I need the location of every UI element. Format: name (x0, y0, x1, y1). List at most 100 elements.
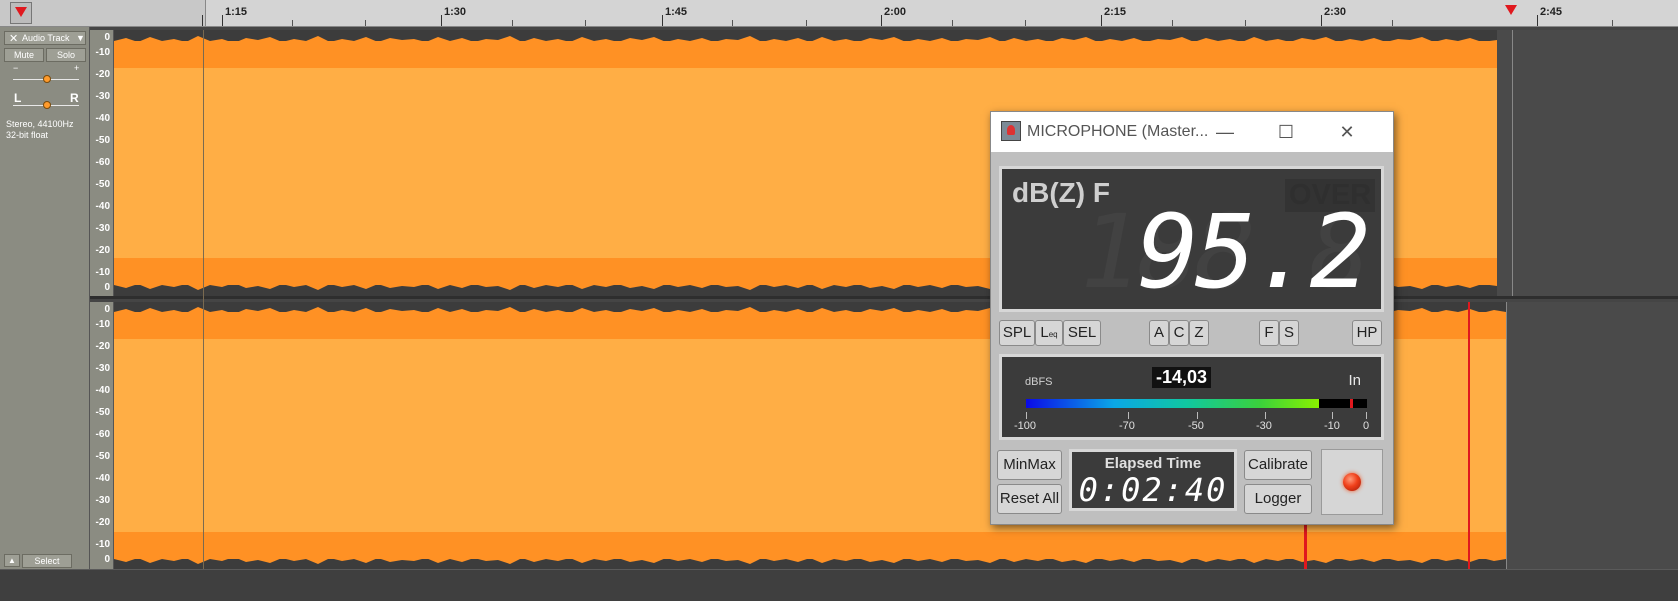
empty-track-area[interactable] (1497, 30, 1678, 296)
calibrate-button[interactable]: Calibrate (1244, 450, 1312, 480)
db-label: 0 (104, 282, 110, 293)
elapsed-time-label: Elapsed Time (1104, 455, 1202, 472)
minmax-button[interactable]: MinMax (997, 450, 1062, 480)
leq-label: L (1040, 324, 1049, 341)
tick (881, 15, 882, 26)
sel-button[interactable]: SEL (1063, 320, 1101, 346)
tick (1172, 20, 1173, 26)
db-label: -50 (95, 135, 110, 146)
db-label: -20 (95, 69, 110, 80)
db-label: -40 (95, 113, 110, 124)
db-label: -40 (95, 385, 110, 396)
leq-subscript: eq (1048, 330, 1058, 339)
ruler-label: 2:15 (1104, 6, 1127, 18)
logger-button[interactable]: Logger (1244, 484, 1312, 514)
db-label: 0 (104, 554, 110, 565)
dbfs-meter: dBFS -14,03 In -100 -70 -50 -30 -10 0 (999, 354, 1384, 440)
triangle-down-icon (15, 7, 27, 17)
tick (1321, 15, 1322, 26)
tick (806, 20, 807, 26)
mute-button[interactable]: Mute (4, 48, 44, 62)
tick (1245, 20, 1246, 26)
ruler-label: 2:00 (884, 6, 907, 18)
close-icon[interactable]: ✕ (1327, 118, 1367, 146)
meter-unit: dBFS (1025, 376, 1053, 388)
db-label: -20 (95, 245, 110, 256)
maximize-icon[interactable]: ☐ (1266, 118, 1306, 146)
c-weighting-button[interactable]: C (1169, 320, 1189, 346)
close-icon[interactable]: ✕ (9, 32, 18, 45)
record-button[interactable] (1321, 449, 1383, 515)
meter-fill (1026, 399, 1319, 408)
meter-scale-label: -50 (1188, 420, 1204, 432)
fast-button[interactable]: F (1259, 320, 1279, 346)
a-weighting-button[interactable]: A (1149, 320, 1169, 346)
tick (202, 15, 203, 26)
leq-button[interactable]: Leq (1035, 320, 1063, 346)
track-name[interactable]: Audio Track (22, 33, 70, 43)
channel-divider (90, 296, 1678, 299)
db-label: -40 (95, 201, 110, 212)
ruler-label: 2:45 (1540, 6, 1563, 18)
microphone-window[interactable]: MICROPHONE (Master... — ☐ ✕ dB(Z) F OVER… (990, 111, 1394, 525)
chevron-down-icon[interactable]: ▼ (76, 33, 85, 43)
meter-tick (1026, 412, 1027, 419)
db-label: -30 (95, 495, 110, 506)
collapse-icon[interactable]: ▲ (4, 554, 20, 567)
db-label: -40 (95, 473, 110, 484)
z-weighting-button[interactable]: Z (1189, 320, 1209, 346)
db-label: -10 (95, 319, 110, 330)
window-titlebar[interactable]: MICROPHONE (Master... — ☐ ✕ (991, 112, 1393, 152)
db-label: -30 (95, 91, 110, 102)
db-label: -10 (95, 267, 110, 278)
spl-reading: 95.2 (1137, 193, 1371, 312)
minimize-icon[interactable]: — (1205, 118, 1245, 146)
tick (292, 20, 293, 26)
select-button[interactable]: Select (22, 554, 72, 568)
meter-bar (1026, 399, 1367, 408)
spl-button[interactable]: SPL (999, 320, 1035, 346)
meter-tick (1332, 412, 1333, 419)
bottom-status-area (0, 569, 1678, 601)
ruler-label: 1:15 (225, 6, 248, 18)
app-icon (1001, 121, 1021, 141)
meter-scale-label: -70 (1119, 420, 1135, 432)
tick (732, 20, 733, 26)
meter-peak (1350, 399, 1353, 408)
db-label: -60 (95, 429, 110, 440)
db-scale-lower: 0 -10 -20 -30 -40 -50 -60 -50 -40 -30 -2… (90, 302, 114, 569)
meter-scale-label: -10 (1324, 420, 1340, 432)
gain-slider-knob[interactable] (43, 75, 51, 83)
db-label: -50 (95, 451, 110, 462)
tick (222, 15, 223, 26)
hp-button[interactable]: HP (1352, 320, 1382, 346)
solo-button[interactable]: Solo (46, 48, 86, 62)
track-header[interactable]: ✕ Audio Track ▼ (4, 31, 86, 45)
tick (952, 20, 953, 26)
tick (1392, 20, 1393, 26)
meter-tick (1265, 412, 1266, 419)
ruler-menu-button[interactable] (10, 2, 32, 24)
empty-track-area[interactable] (1506, 302, 1678, 569)
db-label: -50 (95, 407, 110, 418)
meter-value: -14,03 (1152, 367, 1212, 388)
db-label: -20 (95, 341, 110, 352)
ruler-label: 1:30 (444, 6, 467, 18)
reset-all-button[interactable]: Reset All (997, 484, 1062, 514)
tick (512, 20, 513, 26)
timeline-ruler[interactable]: 1:15 1:30 1:45 2:00 2:15 2:30 2:45 (0, 0, 1678, 27)
tick (662, 15, 663, 26)
db-label: -60 (95, 157, 110, 168)
slow-button[interactable]: S (1279, 320, 1299, 346)
tick (365, 20, 366, 26)
db-label: -30 (95, 223, 110, 234)
play-end-marker[interactable] (1505, 5, 1517, 15)
tick (1101, 15, 1102, 26)
db-scale-upper: 0 -10 -20 -30 -40 -50 -60 -50 -40 -30 -2… (90, 30, 114, 296)
playhead-line (1304, 525, 1307, 569)
db-label: -10 (95, 47, 110, 58)
db-label: -10 (95, 539, 110, 550)
pan-slider-knob[interactable] (43, 101, 51, 109)
track-format-label: Stereo, 44100Hz (6, 119, 74, 129)
ruler-label: 2:30 (1324, 6, 1347, 18)
